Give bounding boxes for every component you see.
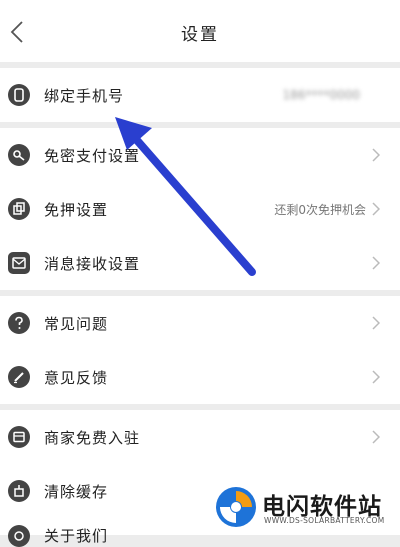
feedback-label: 意见反馈	[44, 368, 109, 387]
deposit-free-row[interactable]: 免押设置 还剩0次免押机会	[0, 182, 400, 236]
info-icon	[8, 525, 30, 547]
broom-icon	[8, 480, 30, 502]
message-receive-row[interactable]: 消息接收设置	[0, 236, 400, 290]
chevron-right-icon	[370, 314, 382, 332]
about-us-label: 关于我们	[44, 527, 109, 545]
top-bar: 设置	[0, 0, 400, 62]
faq-label: 常见问题	[44, 314, 109, 333]
settings-group-help: 常见问题 意见反馈	[0, 296, 400, 404]
faq-row[interactable]: 常见问题	[0, 296, 400, 350]
feedback-row[interactable]: 意见反馈	[0, 350, 400, 404]
key-icon	[8, 144, 30, 166]
chevron-right-icon	[370, 428, 382, 446]
page-title: 设置	[181, 25, 219, 45]
password-free-payment-label: 免密支付设置	[44, 146, 141, 165]
copy-icon	[8, 198, 30, 220]
chevron-right-icon	[370, 200, 382, 218]
message-receive-label: 消息接收设置	[44, 254, 141, 273]
bound-phone-number: 186****0000	[282, 88, 360, 102]
chevron-right-icon	[370, 254, 382, 272]
chevron-right-icon	[370, 146, 382, 164]
watermark: 电闪软件站 WWW.DS-SOLARBATTERY.COM	[206, 477, 398, 535]
bind-phone-label: 绑定手机号	[44, 86, 125, 105]
question-icon	[8, 312, 30, 334]
bind-phone-row[interactable]: 绑定手机号 186****0000	[0, 68, 400, 122]
clear-cache-label: 清除缓存	[44, 482, 109, 501]
settings-group-account: 绑定手机号 186****0000	[0, 68, 400, 122]
merchant-join-row[interactable]: 商家免费入驻	[0, 410, 400, 464]
settings-group-payment: 免密支付设置 免押设置 还剩0次免押机会 消息接收设置	[0, 128, 400, 290]
chevron-right-icon	[370, 368, 382, 386]
merchant-join-label: 商家免费入驻	[44, 428, 141, 447]
phone-icon	[8, 84, 30, 106]
password-free-payment-row[interactable]: 免密支付设置	[0, 128, 400, 182]
pencil-icon	[8, 366, 30, 388]
deposit-free-label: 免押设置	[44, 200, 109, 219]
brand-logo-icon	[216, 487, 256, 527]
deposit-free-remaining: 还剩0次免押机会	[274, 202, 366, 217]
watermark-url: WWW.DS-SOLARBATTERY.COM	[264, 516, 385, 525]
message-icon	[8, 252, 30, 274]
store-icon	[8, 426, 30, 448]
